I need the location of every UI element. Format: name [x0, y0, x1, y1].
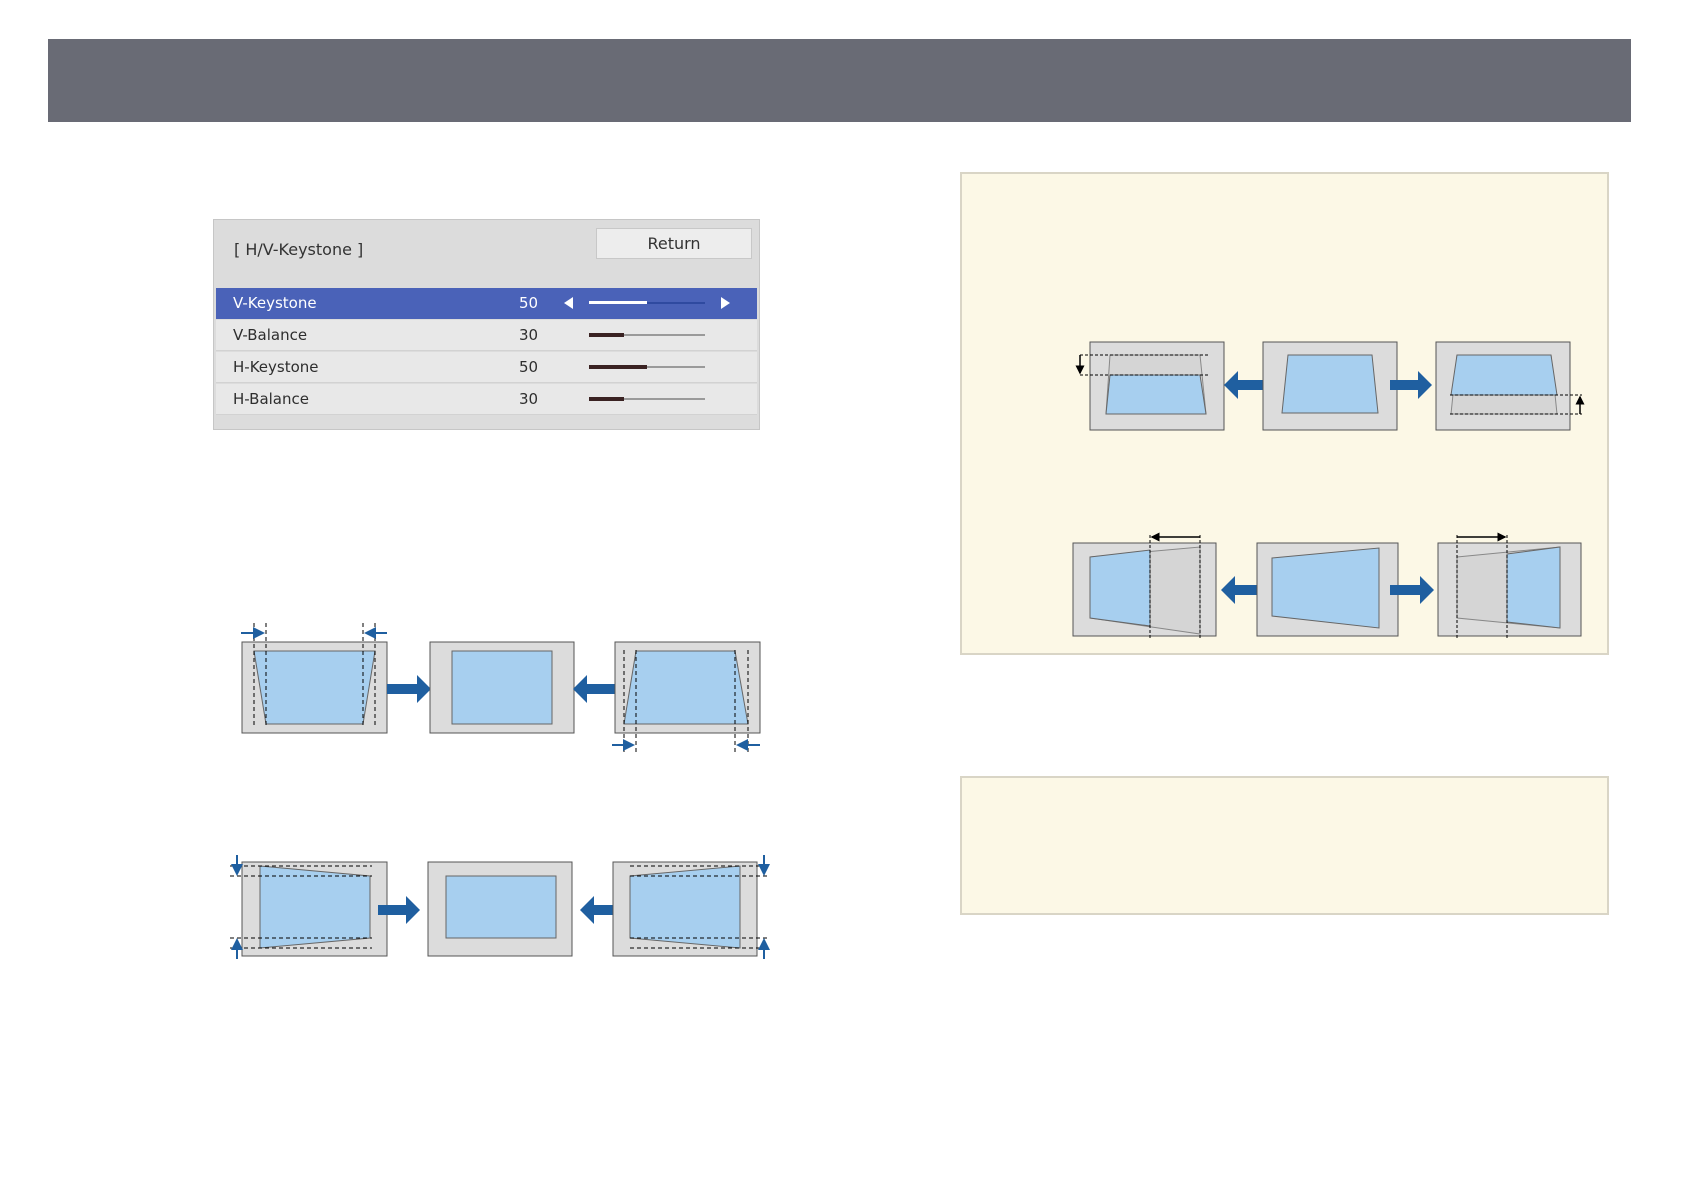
slider-fill	[589, 365, 647, 369]
distorted-image	[1105, 374, 1207, 415]
row-value: 50	[519, 294, 539, 312]
slider-track[interactable]	[589, 397, 705, 401]
row-label: V-Keystone	[233, 294, 317, 312]
row-value: 30	[519, 326, 539, 344]
distorted-image	[1089, 549, 1151, 627]
distorted-image	[629, 865, 741, 949]
note-box-empty	[960, 776, 1609, 915]
row-value: 30	[519, 390, 539, 408]
corrected-image	[451, 650, 553, 725]
v-keystone-diagram	[230, 855, 770, 959]
distorted-image	[1506, 546, 1561, 629]
slider-track[interactable]	[589, 333, 705, 337]
corrected-image	[1271, 547, 1380, 629]
distorted-image	[259, 865, 371, 949]
left-triangle-icon[interactable]	[564, 297, 573, 309]
return-button[interactable]: Return	[596, 228, 752, 259]
slider-track[interactable]	[589, 365, 705, 369]
h-balance-diagram	[1072, 532, 1582, 640]
corrected-image	[1281, 354, 1379, 414]
v-balance-diagram	[1075, 341, 1585, 431]
arrow-left-icon	[573, 675, 615, 703]
arrow-left-icon	[1224, 371, 1266, 399]
arrow-right-icon	[387, 675, 431, 703]
row-label: V-Balance	[233, 326, 308, 344]
menu-row-h-keystone[interactable]: H-Keystone 50	[216, 352, 757, 383]
slider-track[interactable]	[589, 301, 705, 304]
row-label: H-Keystone	[233, 358, 319, 376]
corrected-image	[445, 875, 557, 939]
distorted-image	[1450, 354, 1558, 396]
h-keystone-diagram	[241, 623, 761, 755]
row-label: H-Balance	[233, 390, 309, 408]
distorted-image	[623, 650, 749, 725]
menu-title: [ H/V-Keystone ]	[234, 240, 364, 259]
slider-fill	[589, 397, 624, 401]
menu-row-v-keystone[interactable]: V-Keystone 50	[216, 288, 757, 319]
menu-row-v-balance[interactable]: V-Balance 30	[216, 320, 757, 351]
row-value: 50	[519, 358, 539, 376]
right-triangle-icon[interactable]	[721, 297, 730, 309]
page-header-bar	[48, 39, 1631, 122]
hv-keystone-menu: [ H/V-Keystone ] Return V-Keystone 50 V-…	[213, 219, 760, 430]
distorted-image	[253, 650, 376, 725]
slider-fill	[589, 333, 624, 337]
menu-row-h-balance[interactable]: H-Balance 30	[216, 384, 757, 415]
slider-fill	[589, 301, 647, 304]
